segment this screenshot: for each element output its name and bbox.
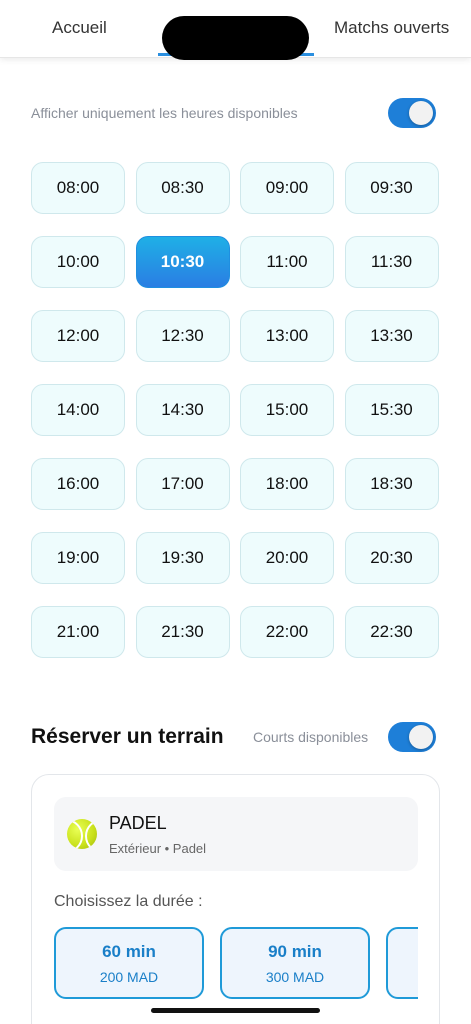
- dynamic-island: [162, 16, 309, 60]
- time-slot[interactable]: 21:30: [135, 606, 230, 658]
- time-slot[interactable]: 22:00: [240, 606, 334, 658]
- duration-option-90[interactable]: 90 min 300 MAD: [220, 927, 370, 999]
- duration-label: Choisissez la durée :: [54, 893, 203, 910]
- tab-open-matches[interactable]: Matchs ouverts: [334, 18, 449, 38]
- time-slot[interactable]: 15:30: [344, 384, 439, 436]
- time-slot[interactable]: 18:00: [240, 458, 334, 510]
- duration-option-more[interactable]: [386, 927, 418, 999]
- time-slot[interactable]: 13:00: [240, 310, 334, 362]
- reserve-title: Réserver un terrain: [31, 725, 224, 748]
- time-slot[interactable]: 14:30: [135, 384, 230, 436]
- duration-option-60[interactable]: 60 min 200 MAD: [54, 927, 204, 999]
- time-slot[interactable]: 16:00: [31, 458, 125, 510]
- time-slot[interactable]: 08:30: [135, 162, 230, 214]
- reserve-header: Réserver un terrain Courts disponibles: [31, 720, 436, 754]
- time-slot[interactable]: 12:30: [135, 310, 230, 362]
- time-slot[interactable]: 20:00: [240, 532, 334, 584]
- tennis-ball-icon: [67, 819, 97, 849]
- time-slot[interactable]: 08:00: [31, 162, 125, 214]
- court-name: PADEL: [109, 813, 167, 833]
- court-card: PADEL Extérieur • Padel Choisissez la du…: [31, 774, 440, 1024]
- time-slot[interactable]: 19:30: [135, 532, 230, 584]
- time-slot[interactable]: 13:30: [344, 310, 439, 362]
- time-slot[interactable]: 12:00: [31, 310, 125, 362]
- toggle-knob: [409, 725, 433, 749]
- time-slot[interactable]: 21:00: [31, 606, 125, 658]
- toggle-knob: [409, 101, 433, 125]
- duration-options: 60 min 200 MAD 90 min 300 MAD: [54, 927, 418, 1001]
- home-indicator: [151, 1008, 320, 1013]
- court-meta: Extérieur • Padel: [109, 841, 207, 856]
- time-slot[interactable]: 09:30: [344, 162, 439, 214]
- time-slot[interactable]: 11:30: [344, 236, 439, 288]
- duration-option-label: 90 min: [268, 942, 322, 961]
- time-slot[interactable]: 17:00: [135, 458, 230, 510]
- time-slot[interactable]: 18:30: [344, 458, 439, 510]
- time-slot[interactable]: 15:00: [240, 384, 334, 436]
- courts-available-label: Courts disponibles: [253, 729, 369, 745]
- time-slot[interactable]: 11:00: [240, 236, 334, 288]
- courts-available-toggle[interactable]: [388, 722, 436, 752]
- time-slot[interactable]: 10:30: [135, 236, 230, 288]
- available-hours-toggle[interactable]: [388, 98, 436, 128]
- duration-option-price: 200 MAD: [99, 969, 159, 985]
- duration-option-label: 60 min: [102, 942, 156, 961]
- available-hours-filter: Afficher uniquement les heures disponibl…: [31, 96, 436, 130]
- time-slot[interactable]: 22:30: [344, 606, 439, 658]
- time-slot[interactable]: 20:30: [344, 532, 439, 584]
- time-slot[interactable]: 09:00: [240, 162, 334, 214]
- available-hours-label: Afficher uniquement les heures disponibl…: [31, 105, 298, 121]
- court-item[interactable]: PADEL Extérieur • Padel: [54, 797, 418, 871]
- time-slot-grid: 08:00 08:30 09:00 09:30 10:00 10:30 11:00 11:30…: [31, 162, 439, 658]
- duration-option-price: 300 MAD: [265, 969, 325, 985]
- time-slot[interactable]: 19:00: [31, 532, 125, 584]
- time-slot[interactable]: 10:00: [31, 236, 125, 288]
- tab-home[interactable]: Accueil: [52, 18, 107, 38]
- time-slot[interactable]: 14:00: [31, 384, 125, 436]
